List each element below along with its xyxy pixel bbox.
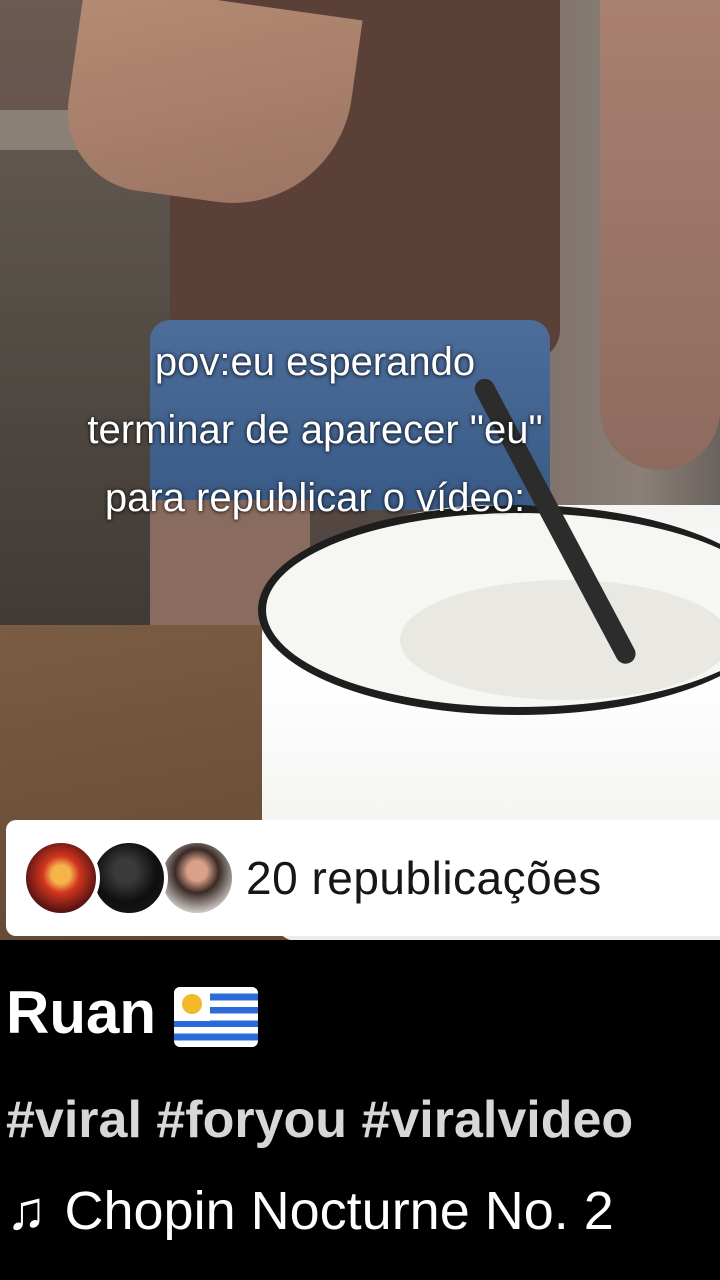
post-hashtags[interactable]: #viral #foryou #viralvideo <box>6 1090 633 1150</box>
caption-line: terminar de aparecer "eu" <box>87 408 543 452</box>
reposts-bar[interactable]: 20 republicações <box>6 820 720 936</box>
caption-line: pov:eu esperando <box>154 340 476 384</box>
avatar <box>22 839 100 917</box>
uruguay-flag-icon <box>174 987 258 1048</box>
avatar <box>90 839 168 917</box>
avatar <box>158 839 236 917</box>
author-username[interactable]: Ruan <box>6 978 258 1048</box>
reposts-count-label: 20 republicações <box>246 852 602 904</box>
caption-line: para republicar o vídeo: <box>104 476 526 520</box>
username-text: Ruan <box>6 979 156 1046</box>
video-caption: pov:eu esperando terminar de aparecer "e… <box>0 328 630 532</box>
video-background <box>400 580 720 700</box>
music-track[interactable]: ♫ Chopin Nocturne No. 2 <box>6 1180 614 1242</box>
music-title: Chopin Nocturne No. 2 <box>64 1181 614 1241</box>
music-note-icon: ♫ <box>6 1181 47 1241</box>
video-player[interactable]: pov:eu esperando terminar de aparecer "e… <box>0 0 720 940</box>
post-info: Ruan #viral #foryou #viralvideo ♫ Chopin … <box>0 940 720 1280</box>
repost-avatars <box>22 833 242 923</box>
